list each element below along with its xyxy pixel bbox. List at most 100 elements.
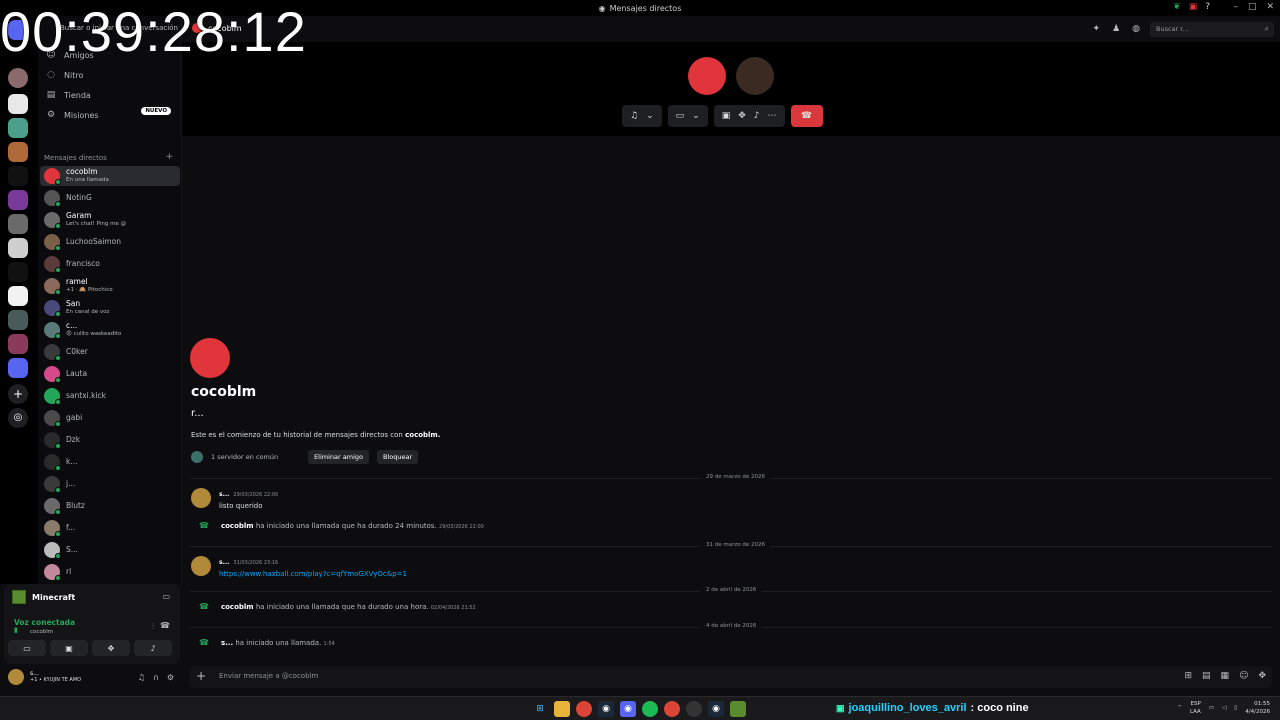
- server-icon[interactable]: [8, 142, 28, 162]
- server-icon[interactable]: [8, 334, 28, 354]
- disconnect-icon[interactable]: ☎: [160, 621, 170, 630]
- screen-share-button[interactable]: ▣: [50, 640, 88, 656]
- server-icon[interactable]: [8, 166, 28, 186]
- gif-icon[interactable]: ▤: [1202, 671, 1211, 681]
- server-icon[interactable]: [8, 358, 28, 378]
- mutual-server-icon[interactable]: [191, 451, 203, 463]
- minecraft-icon[interactable]: [730, 701, 746, 717]
- mute-button[interactable]: ♫ ⌄: [622, 105, 662, 127]
- inbox-icon[interactable]: ▣: [1189, 2, 1198, 12]
- server-icon[interactable]: [8, 214, 28, 234]
- gift-icon[interactable]: ⊞: [1184, 671, 1192, 681]
- dm-item[interactable]: cocoblm En una llamada: [40, 166, 180, 186]
- steam-icon[interactable]: ◉: [708, 701, 724, 717]
- dm-item[interactable]: San En canal de voz: [40, 298, 180, 318]
- emoji-icon[interactable]: ☺: [1239, 671, 1248, 681]
- avatar[interactable]: [191, 556, 211, 576]
- nav-quests[interactable]: ⚙ Misiones: [46, 106, 99, 124]
- battery-icon[interactable]: ▯: [1234, 705, 1237, 711]
- dm-item[interactable]: rl: [40, 562, 180, 582]
- clock[interactable]: 01:55 4/4/2026: [1245, 700, 1270, 716]
- pin-icon[interactable]: ✦: [1093, 24, 1101, 34]
- message-composer[interactable]: + Enviar mensaje a @cocoblm ⊞ ▤ ▦ ☺ ✥: [190, 666, 1272, 688]
- add-friends-icon[interactable]: ♟: [1112, 24, 1120, 34]
- dm-item[interactable]: LuchooSaimon: [40, 232, 180, 252]
- obs-icon[interactable]: [686, 701, 702, 717]
- server-icon[interactable]: [8, 118, 28, 138]
- tray-chevron-icon[interactable]: ⌃: [1177, 705, 1182, 711]
- server-icon[interactable]: [8, 286, 28, 306]
- language-indicator[interactable]: ESP LAA: [1190, 700, 1201, 716]
- search-input[interactable]: Buscar r... ⌕: [1150, 22, 1274, 37]
- message-author[interactable]: s...: [219, 491, 229, 498]
- avatar[interactable]: [8, 669, 24, 685]
- add-server-button[interactable]: +: [8, 384, 28, 404]
- apps-icon[interactable]: ✥: [1258, 671, 1266, 681]
- server-icon[interactable]: [8, 262, 28, 282]
- dm-item[interactable]: Lauta: [40, 364, 180, 384]
- sticker-icon[interactable]: ▦: [1221, 671, 1230, 681]
- dm-item[interactable]: C0ker: [40, 342, 180, 362]
- headphones-icon[interactable]: ∩: [153, 673, 159, 682]
- dm-item[interactable]: Garam Let's chat! Ping me @: [40, 210, 180, 230]
- server-icon[interactable]: [8, 94, 28, 114]
- profile-icon[interactable]: ◍: [1132, 24, 1140, 34]
- server-icon[interactable]: [8, 190, 28, 210]
- soundboard-button[interactable]: ♪: [134, 640, 172, 656]
- server-icon[interactable]: [8, 68, 28, 88]
- block-button[interactable]: Bloquear: [376, 450, 419, 464]
- more-icon[interactable]: ⋯: [768, 111, 777, 121]
- create-dm-icon[interactable]: +: [165, 152, 173, 162]
- chrome-icon[interactable]: [664, 701, 680, 717]
- file-explorer-icon[interactable]: [554, 701, 570, 717]
- nitro-leaf-icon[interactable]: ❦: [1173, 2, 1181, 12]
- mutual-servers[interactable]: 1 servidor en común: [211, 453, 278, 461]
- dm-item[interactable]: k...: [40, 452, 180, 472]
- dm-item[interactable]: ramel +1 · 🙈 Pitochico: [40, 276, 180, 296]
- server-icon[interactable]: [8, 238, 28, 258]
- remove-friend-button[interactable]: Eliminar amigo: [308, 450, 369, 464]
- participant-avatar[interactable]: [736, 57, 774, 95]
- minimize-button[interactable]: –: [1233, 2, 1238, 12]
- maximize-button[interactable]: □: [1248, 2, 1257, 12]
- noise-suppression-icon[interactable]: ⫶: [152, 622, 154, 632]
- nav-shop[interactable]: ▤ Tienda: [46, 86, 91, 104]
- dm-item[interactable]: S...: [40, 540, 180, 560]
- close-button[interactable]: ✕: [1266, 2, 1274, 12]
- discover-button[interactable]: ◎: [8, 408, 28, 428]
- windows-start-icon[interactable]: ⊞: [532, 701, 548, 717]
- activities-button[interactable]: ✥: [92, 640, 130, 656]
- camera-button[interactable]: ▭: [8, 640, 46, 656]
- camera-button[interactable]: ▭ ⌄: [667, 105, 708, 127]
- nav-nitro[interactable]: ◌ Nitro: [46, 66, 83, 84]
- steam-icon[interactable]: ◉: [598, 701, 614, 717]
- dm-item[interactable]: Blutz: [40, 496, 180, 516]
- help-icon[interactable]: ?: [1205, 2, 1210, 12]
- dm-item[interactable]: j...: [40, 474, 180, 494]
- intro-avatar[interactable]: [190, 338, 230, 378]
- dm-item[interactable]: Dzk: [40, 430, 180, 450]
- settings-gear-icon[interactable]: ⚙: [167, 673, 174, 682]
- chrome-icon[interactable]: [576, 701, 592, 717]
- dm-item[interactable]: gabi: [40, 408, 180, 428]
- activity-icon[interactable]: ▭: [162, 592, 170, 601]
- attach-plus-icon[interactable]: +: [196, 669, 206, 683]
- end-call-button[interactable]: ☎: [790, 105, 823, 127]
- avatar[interactable]: [191, 488, 211, 508]
- network-icon[interactable]: ▭: [1209, 705, 1214, 711]
- spotify-icon[interactable]: [642, 701, 658, 717]
- soundboard-icon[interactable]: ♪: [754, 111, 760, 121]
- dm-item[interactable]: santxi.kick: [40, 386, 180, 406]
- caller-avatar[interactable]: [688, 57, 726, 95]
- message-link[interactable]: https://www.haxball.com/play?c=qfYmoGXVy…: [219, 570, 407, 578]
- discord-icon[interactable]: ◉: [620, 701, 636, 717]
- dm-item[interactable]: c... 😡 culito waskeadito: [40, 320, 180, 340]
- microphone-icon[interactable]: ♫: [138, 673, 145, 682]
- server-icon[interactable]: [8, 310, 28, 330]
- voice-status[interactable]: Voz conectada: [14, 618, 75, 627]
- screen-share-icon[interactable]: ▣: [722, 111, 731, 121]
- activities-icon[interactable]: ✥: [738, 111, 746, 121]
- dm-item[interactable]: f...: [40, 518, 180, 538]
- dm-item[interactable]: francisco: [40, 254, 180, 274]
- volume-icon[interactable]: ◁: [1222, 705, 1226, 711]
